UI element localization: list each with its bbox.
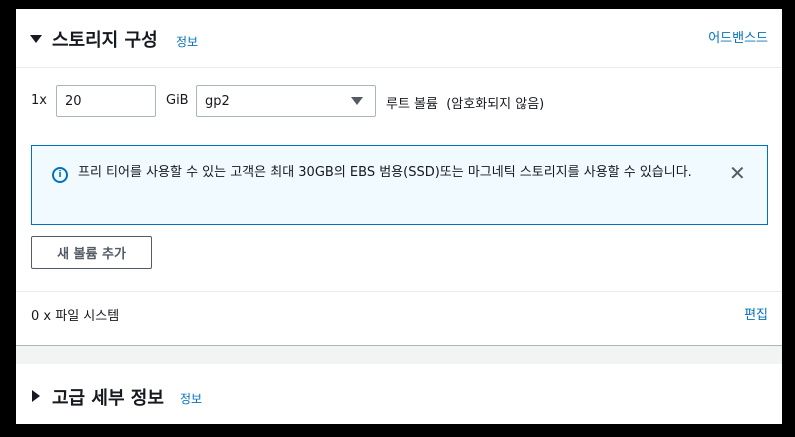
volume-description: 루트 볼륨 (암호화되지 않음) — [386, 97, 545, 112]
dropdown-caret-icon — [351, 97, 363, 105]
size-unit-label: GiB — [166, 93, 189, 108]
advanced-details-panel: 고급 세부 정보 정보 — [16, 364, 782, 424]
info-link[interactable]: 정보 — [176, 33, 198, 50]
content-divider — [16, 291, 782, 292]
volume-type-select[interactable]: gp2 — [196, 85, 376, 117]
collapse-caret-icon[interactable] — [30, 35, 42, 43]
expand-caret-icon[interactable] — [32, 390, 40, 402]
section-title: 스토리지 구성 — [52, 30, 158, 51]
header-divider — [16, 67, 782, 68]
volume-size-value: 20 — [65, 93, 82, 109]
free-tier-alert: i 프리 티어를 사용할 수 있는 고객은 최대 30GB의 EBS 범용(SS… — [31, 145, 768, 225]
volume-size-input[interactable]: 20 — [56, 85, 156, 117]
filesystems-count: 0 x 파일 시스템 — [31, 309, 120, 324]
add-volume-button[interactable]: 새 볼륨 추가 — [31, 236, 152, 269]
info-circle-icon: i — [52, 167, 68, 183]
close-icon[interactable]: ✕ — [729, 163, 746, 183]
volume-count: 1x — [31, 93, 47, 108]
volume-type-value: gp2 — [205, 93, 230, 109]
alert-message: 프리 티어를 사용할 수 있는 고객은 최대 30GB의 EBS 범용(SSD)… — [78, 165, 692, 180]
storage-panel: 스토리지 구성 정보 어드밴스드 1x 20 GiB gp2 루트 볼륨 (암호… — [16, 9, 782, 345]
edit-link[interactable]: 편집 — [744, 304, 768, 323]
section-gap — [16, 345, 782, 364]
advanced-info-link[interactable]: 정보 — [180, 390, 202, 407]
advanced-details-title[interactable]: 고급 세부 정보 — [52, 384, 164, 410]
advanced-link[interactable]: 어드밴스드 — [708, 27, 768, 46]
